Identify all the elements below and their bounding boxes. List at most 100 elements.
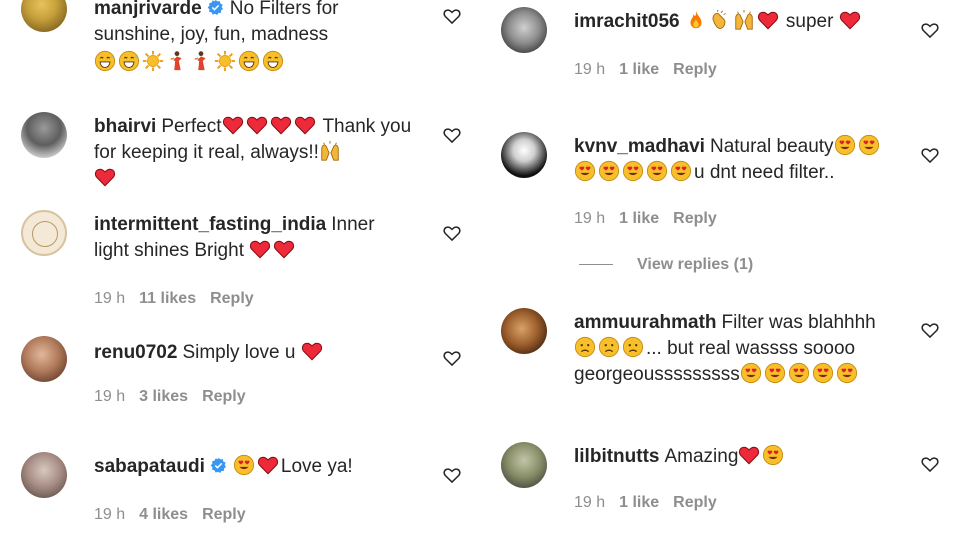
heart-eyes-icon [762, 444, 784, 466]
heart-eyes-icon [598, 160, 620, 182]
heart-eyes-icon [646, 160, 668, 182]
raised-hands-icon [733, 9, 755, 31]
comment-time: 19 h [94, 388, 126, 405]
reply-button[interactable]: Reply [202, 388, 246, 405]
avatar[interactable] [501, 442, 547, 488]
avatar[interactable] [501, 308, 547, 354]
like-heart-icon[interactable] [920, 145, 940, 165]
view-replies-label[interactable]: View replies (1) [637, 256, 753, 273]
fire-icon [685, 9, 707, 31]
comment-text: ... but real wassss soooo [646, 338, 856, 359]
like-heart-icon[interactable] [442, 348, 462, 368]
comment-username[interactable]: kvnv_madhavi [574, 136, 705, 157]
like-heart-icon[interactable] [920, 320, 940, 340]
comment-meta: 19 h 4 likes Reply [94, 506, 260, 524]
red-heart-icon [257, 454, 279, 476]
heart-eyes-icon [812, 362, 834, 384]
dancer-icon [166, 50, 188, 72]
red-heart-icon [294, 114, 316, 136]
grin-sweat-icon [262, 50, 284, 72]
reply-button[interactable]: Reply [210, 290, 254, 307]
red-heart-icon [757, 9, 779, 31]
comment-text: Amazing [664, 446, 739, 467]
comment-likes[interactable]: 1 like [619, 494, 659, 511]
comment-time: 19 h [574, 61, 606, 78]
heart-eyes-icon [788, 362, 810, 384]
heart-eyes-icon [836, 362, 858, 384]
comment-meta: 19 h 1 like Reply [574, 61, 731, 79]
comments-column-left: manjrivarde No Filters for sunshine, joy,… [0, 0, 480, 540]
comment-meta: 19 h 1 like Reply [574, 210, 731, 228]
grin-sweat-icon [238, 50, 260, 72]
reply-button[interactable]: Reply [673, 494, 717, 511]
heart-eyes-icon [740, 362, 762, 384]
emoji-row [94, 50, 286, 76]
avatar[interactable] [21, 112, 67, 158]
red-heart-icon [738, 444, 760, 466]
heart-eyes-icon [233, 454, 255, 476]
comment-likes[interactable]: 11 likes [139, 290, 196, 307]
red-heart-icon [249, 238, 271, 260]
comment-time: 19 h [94, 506, 126, 523]
like-heart-icon[interactable] [442, 465, 462, 485]
comment-time: 19 h [94, 290, 126, 307]
frown-icon [574, 336, 596, 358]
red-heart-icon [273, 238, 295, 260]
heart-eyes-icon [574, 160, 596, 182]
comment-username[interactable]: ammuurahmath [574, 312, 717, 333]
like-heart-icon[interactable] [920, 20, 940, 40]
verified-badge-icon [207, 0, 224, 16]
sun-icon [214, 50, 236, 72]
comment-text: Simply love u [182, 342, 296, 363]
comment-likes[interactable]: 4 likes [139, 506, 188, 523]
like-heart-icon[interactable] [442, 223, 462, 243]
comment-likes[interactable]: 1 like [619, 210, 659, 227]
avatar[interactable] [501, 7, 547, 53]
grin-sweat-icon [118, 50, 140, 72]
reply-button[interactable]: Reply [202, 506, 246, 523]
comment-likes[interactable]: 3 likes [139, 388, 188, 405]
comment-username[interactable]: sabapataudi [94, 456, 205, 477]
comment-text: georgeousssssssss [574, 364, 740, 385]
raised-hands-icon [319, 140, 341, 162]
comment-text: Perfect [161, 116, 222, 137]
comment-text: Natural beauty [709, 136, 834, 157]
comment-username[interactable]: manjrivarde [94, 0, 202, 19]
red-heart-icon [301, 340, 323, 362]
heart-eyes-icon [834, 134, 856, 156]
like-heart-icon[interactable] [442, 125, 462, 145]
comment-text: super [785, 11, 834, 32]
heart-eyes-icon [670, 160, 692, 182]
red-heart-icon [839, 9, 861, 31]
avatar[interactable] [21, 452, 67, 498]
comment-text: Love ya! [280, 456, 353, 477]
avatar[interactable] [21, 0, 67, 32]
comments-column-right: imrachit056 super 19 h 1 like Reply kvnv_m… [480, 0, 960, 540]
comment-username[interactable]: imrachit056 [574, 11, 680, 32]
reply-button[interactable]: Reply [673, 210, 717, 227]
dancer-icon [190, 50, 212, 72]
avatar[interactable] [501, 132, 547, 178]
comment-meta: 19 h 1 like Reply [574, 494, 731, 512]
avatar[interactable] [21, 336, 67, 382]
red-heart-icon [222, 114, 244, 136]
like-heart-icon[interactable] [920, 454, 940, 474]
heart-eyes-icon [622, 160, 644, 182]
frown-icon [598, 336, 620, 358]
comment-username[interactable]: intermittent_fasting_india [94, 214, 326, 235]
comment-username[interactable]: bhairvi [94, 116, 156, 137]
verified-badge-icon [210, 457, 227, 474]
comment-username[interactable]: lilbitnutts [574, 446, 659, 467]
comment-username[interactable]: renu0702 [94, 342, 177, 363]
divider [579, 264, 613, 266]
clap-icon [709, 9, 731, 31]
comment-likes[interactable]: 1 like [619, 61, 659, 78]
reply-button[interactable]: Reply [673, 61, 717, 78]
view-replies-button[interactable]: View replies (1) [579, 256, 753, 274]
comment-meta: 19 h 11 likes Reply [94, 290, 268, 308]
comment-meta: 19 h 3 likes Reply [94, 388, 260, 406]
red-heart-icon [270, 114, 292, 136]
avatar[interactable] [21, 210, 67, 256]
comment-time: 19 h [574, 210, 606, 227]
like-heart-icon[interactable] [442, 6, 462, 26]
